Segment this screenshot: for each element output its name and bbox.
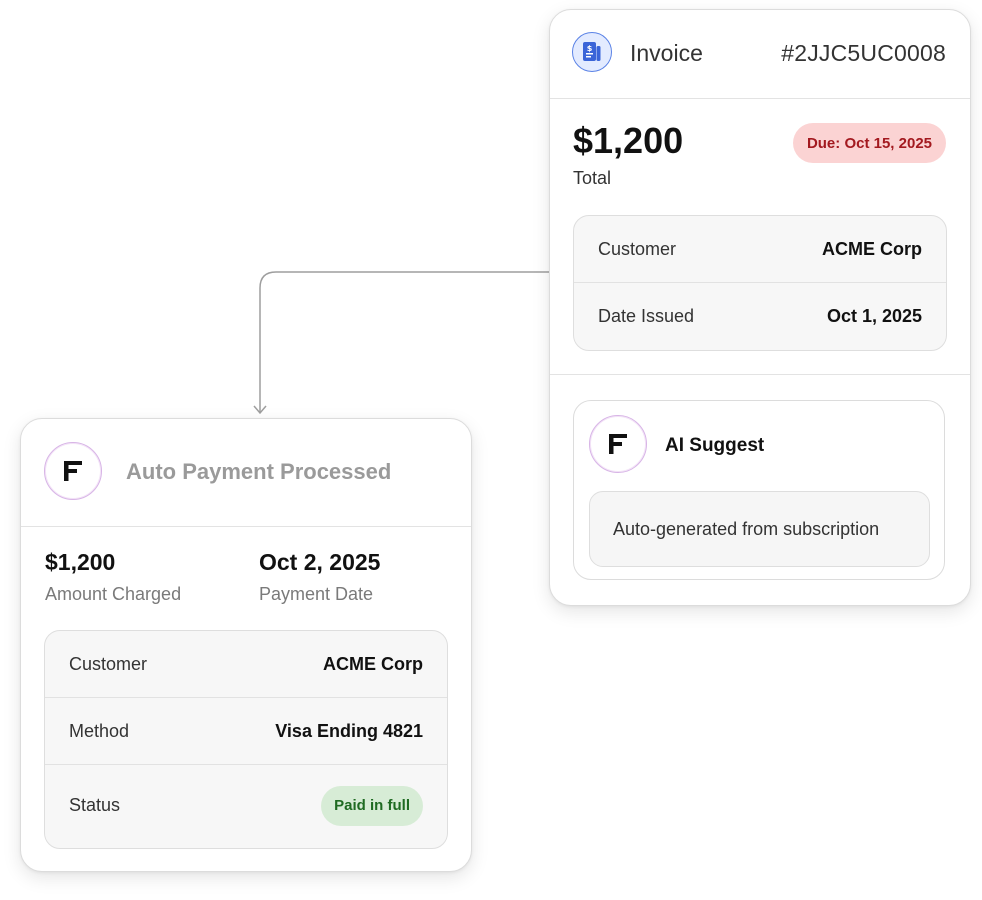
payment-header: Auto Payment Processed — [21, 419, 471, 527]
divider — [550, 374, 970, 375]
amount-charged-value: $1,200 — [45, 549, 116, 575]
invoice-details: Customer ACME Corp Date Issued Oct 1, 20… — [573, 215, 947, 351]
detail-label: Date Issued — [598, 306, 695, 326]
detail-label: Method — [69, 720, 130, 741]
invoice-number: #2JJC5UC0008 — [781, 40, 946, 66]
payment-title: Auto Payment Processed — [126, 459, 392, 484]
payment-card[interactable]: Auto Payment Processed $1,200 Amount Cha… — [20, 418, 472, 872]
svg-text:$: $ — [587, 44, 593, 53]
due-date-badge: Due: Oct 15, 2025 — [792, 123, 946, 163]
invoice-amount: $1,200 — [573, 120, 684, 161]
ai-suggest-title: AI Suggest — [665, 435, 765, 456]
detail-row-status: Status Paid in full — [45, 765, 447, 846]
detail-row-date-issued: Date Issued Oct 1, 2025 — [574, 283, 946, 350]
detail-value: ACME Corp — [822, 238, 922, 259]
status-badge: Paid in full — [321, 785, 423, 826]
detail-row-customer: Customer ACME Corp — [45, 631, 447, 698]
invoice-card[interactable]: $ Invoice #2JJC5UC0008 $1,200 Total Due:… — [549, 9, 971, 606]
detail-value: ACME Corp — [323, 653, 423, 674]
invoice-title: Invoice — [630, 40, 703, 66]
amount-charged-label: Amount Charged — [45, 584, 182, 604]
brand-f-logo-icon — [589, 415, 647, 473]
detail-label: Customer — [69, 653, 148, 674]
detail-value: Oct 1, 2025 — [826, 306, 922, 326]
ai-suggestion-text: Auto-generated from subscription — [589, 491, 930, 567]
ai-suggest-panel[interactable]: AI Suggest Auto-generated from subscript… — [573, 400, 945, 580]
payment-details: Customer ACME Corp Method Visa Ending 48… — [44, 630, 448, 849]
invoice-amount-label: Total — [573, 168, 612, 188]
detail-value: Visa Ending 4821 — [275, 720, 423, 741]
invoice-document-icon: $ — [572, 32, 612, 72]
detail-label: Status — [69, 795, 121, 815]
payment-date-label: Payment Date — [259, 584, 374, 604]
payment-date-value: Oct 2, 2025 — [259, 549, 381, 575]
brand-f-logo-icon — [44, 442, 102, 500]
detail-row-method: Method Visa Ending 4821 — [45, 698, 447, 765]
detail-row-customer: Customer ACME Corp — [574, 216, 946, 283]
invoice-header: $ Invoice #2JJC5UC0008 — [550, 10, 970, 99]
detail-label: Customer — [598, 238, 677, 259]
